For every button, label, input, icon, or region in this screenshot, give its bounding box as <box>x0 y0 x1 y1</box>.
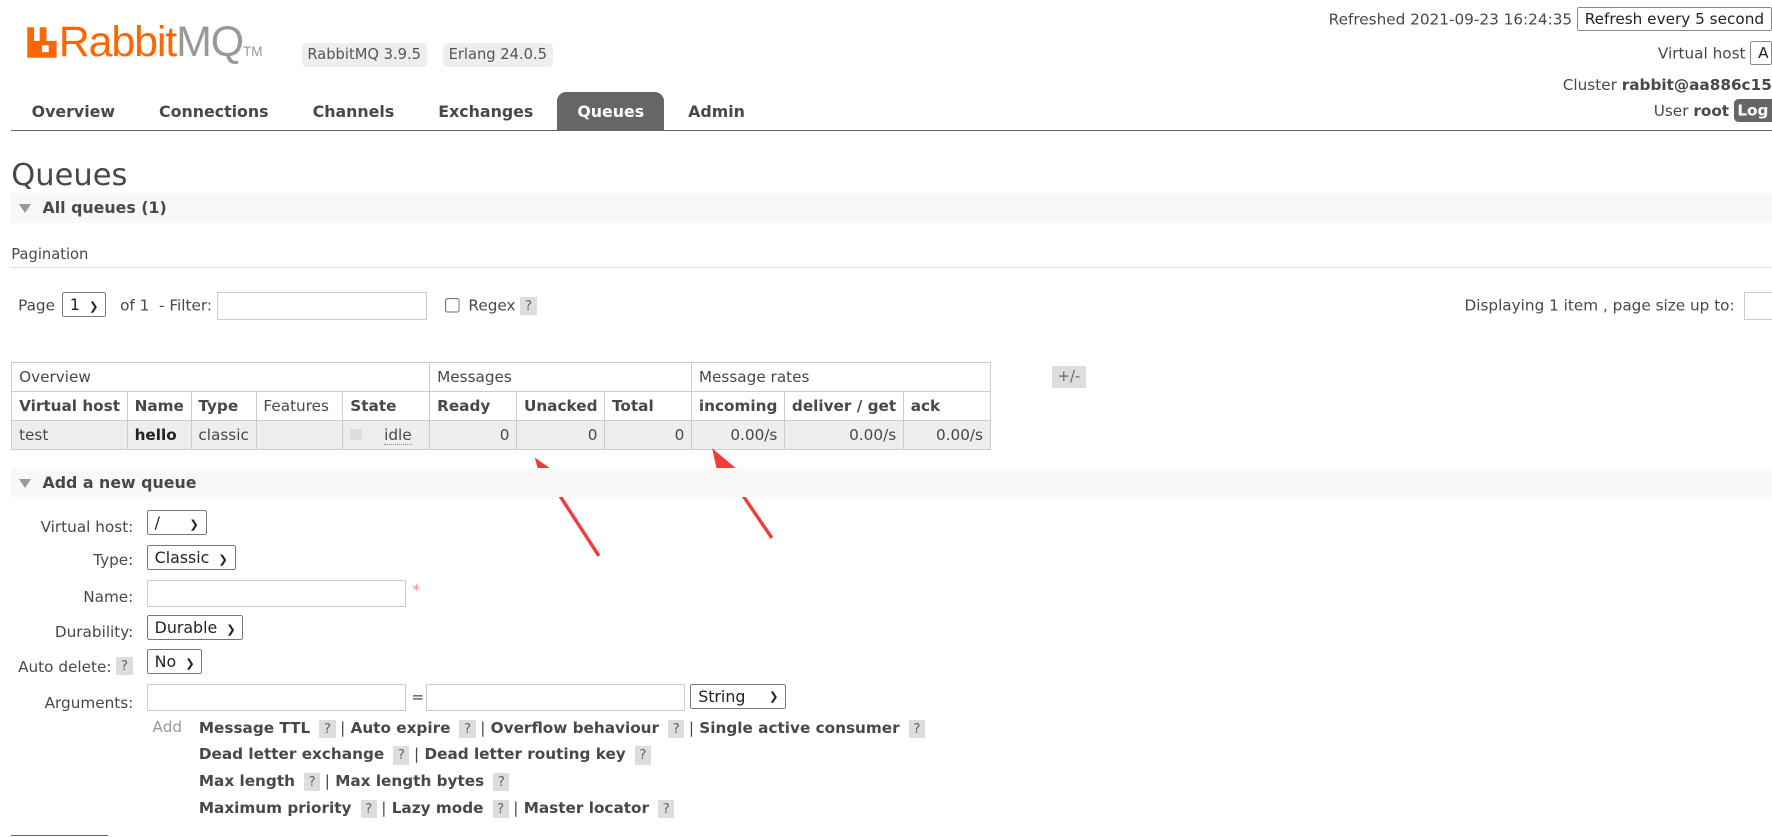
argument-shortcuts-row: Dead letter exchange? | Dead letter routi… <box>199 745 656 765</box>
durability-field-label: Durability: <box>54 622 134 641</box>
argument-key-input[interactable] <box>146 683 406 711</box>
rabbitmq-management-page: RabbitMQTM RabbitMQ 3.9.5 Erlang 24.0.5 … <box>0 0 1772 837</box>
queue-name-input[interactable] <box>146 579 406 607</box>
argument-shortcut-link[interactable]: Max length <box>199 772 295 790</box>
argument-shortcut-link[interactable]: Dead letter routing key <box>424 745 625 763</box>
add-queue-toggle[interactable]: Add a new queue <box>11 467 1772 498</box>
add-argument-label: Add <box>152 717 183 736</box>
add-queue-form: Virtual host: / ❯ Type: Classic ❯ Name: * … <box>0 506 1017 834</box>
argument-help-button[interactable]: ? <box>459 719 476 738</box>
add-queue-heading: Add a new queue <box>42 472 197 492</box>
argument-help-button[interactable]: ? <box>908 719 925 738</box>
chevron-down-icon: ❯ <box>189 517 199 531</box>
argument-shortcut-link[interactable]: Auto expire <box>351 719 451 737</box>
add-queue-button-edge[interactable] <box>11 835 109 836</box>
argument-help-button[interactable]: ? <box>360 799 377 819</box>
type-field-label: Type: <box>93 551 134 570</box>
argument-shortcuts-row: Maximum priority? | Lazy mode? | Master lo… <box>199 799 679 819</box>
autodelete-help-button[interactable]: ? <box>116 656 133 675</box>
required-marker: * <box>412 580 421 599</box>
chevron-down-icon: ❯ <box>218 552 228 566</box>
separator: | <box>340 718 346 737</box>
argument-shortcut-link[interactable]: Message TTL <box>199 719 310 737</box>
type-select[interactable]: Classic ❯ <box>146 544 236 571</box>
argument-help-button[interactable]: ? <box>304 773 321 792</box>
chevron-down-icon: ❯ <box>185 656 195 670</box>
argument-help-button[interactable]: ? <box>668 719 685 738</box>
argument-help-button[interactable]: ? <box>319 719 336 738</box>
separator: | <box>324 772 330 791</box>
argument-help-button[interactable]: ? <box>492 799 509 819</box>
select-value: Durable <box>154 617 218 637</box>
argument-help-button[interactable]: ? <box>634 746 652 765</box>
argument-shortcut-link[interactable]: Lazy mode <box>392 799 484 817</box>
argument-shortcuts-row: Message TTL? | Auto expire? | Overflow beh… <box>199 719 930 738</box>
chevron-down-icon: ❯ <box>768 690 779 704</box>
argument-shortcuts-row: Max length? | Max length bytes? <box>199 772 514 792</box>
arguments-field-label: Arguments: <box>44 693 134 712</box>
argument-shortcut-link[interactable]: Single active consumer <box>699 719 899 737</box>
select-value: String <box>698 686 746 706</box>
argument-help-button[interactable]: ? <box>658 799 675 819</box>
vhost-field-select[interactable]: / ❯ <box>146 509 207 536</box>
chevron-down-icon: ❯ <box>226 622 236 636</box>
separator: | <box>688 718 694 737</box>
equals-sign: = <box>411 688 425 707</box>
argument-help-button[interactable]: ? <box>493 773 510 792</box>
separator: | <box>413 745 420 764</box>
select-value: / <box>154 512 160 532</box>
argument-help-button[interactable]: ? <box>393 746 410 765</box>
argument-shortcut-link[interactable]: Dead letter exchange <box>199 745 384 763</box>
autodelete-select[interactable]: No ❯ <box>146 648 203 675</box>
argument-shortcut-link[interactable]: Overflow behaviour <box>491 719 659 737</box>
argument-shortcut-link[interactable]: Master locator <box>524 799 649 817</box>
separator: | <box>381 799 387 818</box>
argument-shortcut-link[interactable]: Max length bytes <box>335 772 484 790</box>
durability-select[interactable]: Durable ❯ <box>146 614 244 641</box>
select-value: Classic <box>154 547 210 567</box>
select-value: No <box>154 651 177 671</box>
separator: | <box>513 799 519 818</box>
name-field-label: Name: <box>83 587 134 606</box>
argument-value-input[interactable] <box>426 683 685 711</box>
autodelete-field-label: Auto delete: <box>18 657 112 676</box>
collapse-triangle-icon <box>19 478 32 488</box>
separator: | <box>480 718 486 737</box>
argument-type-select[interactable]: String ❯ <box>690 683 787 710</box>
argument-shortcut-link[interactable]: Maximum priority <box>199 799 352 817</box>
vhost-field-label: Virtual host: <box>40 517 134 536</box>
